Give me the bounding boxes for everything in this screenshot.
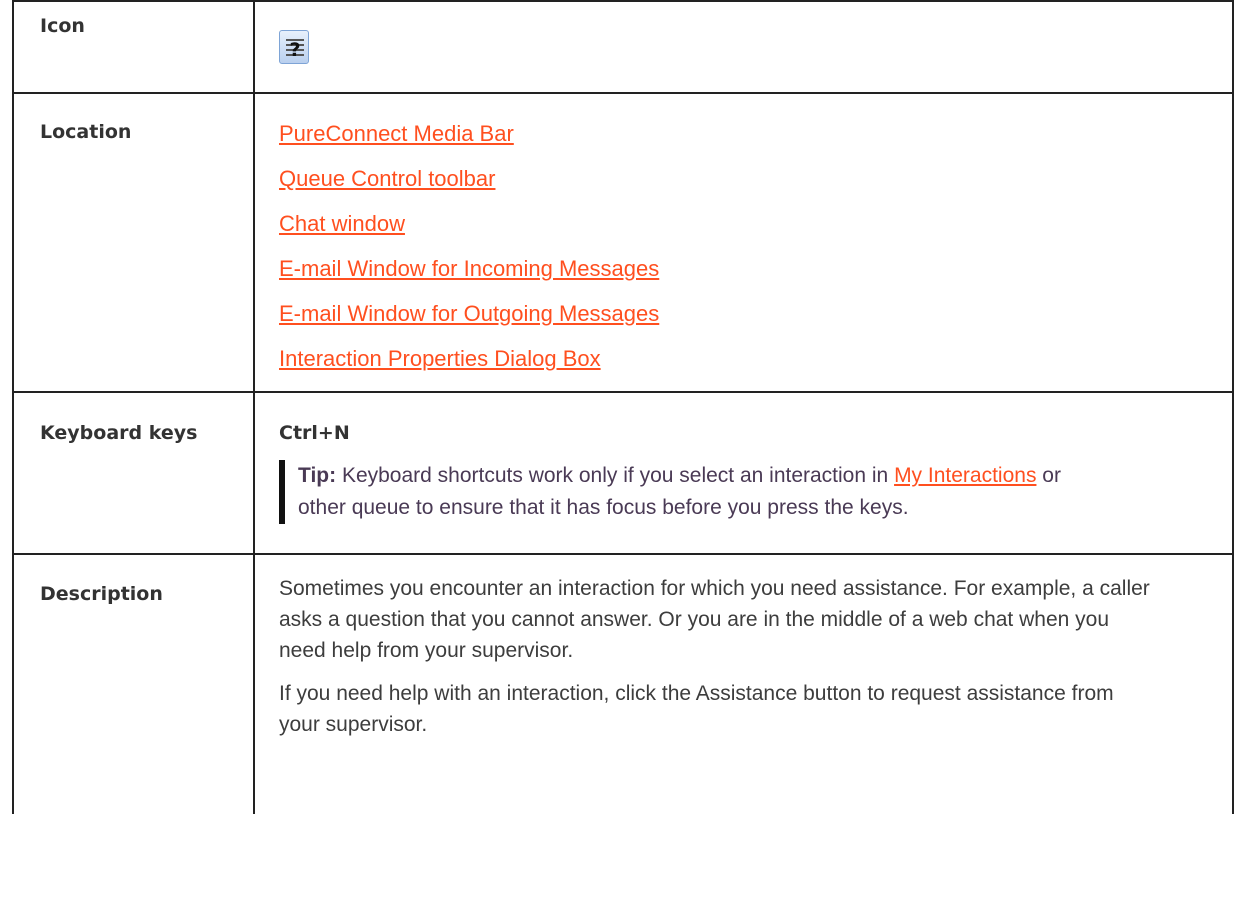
email-outgoing-link[interactable]: E-mail Window for Outgoing Messages [279, 301, 659, 326]
location-row-value: PureConnect Media Bar Queue Control tool… [253, 92, 1234, 393]
shortcut-text: Ctrl+N [279, 422, 350, 444]
list-item: E-mail Window for Incoming Messages [279, 256, 1212, 301]
help-table: Icon ? Location PureConnect Media Bar Qu… [12, 0, 1234, 814]
email-incoming-link[interactable]: E-mail Window for Incoming Messages [279, 256, 659, 281]
interaction-properties-link[interactable]: Interaction Properties Dialog Box [279, 346, 601, 371]
list-item: Queue Control toolbar [279, 166, 1212, 211]
icon-row-value: ? [253, 0, 1234, 94]
list-item: Interaction Properties Dialog Box [279, 346, 1212, 391]
description-paragraph: Sometimes you encounter an interaction f… [279, 577, 1150, 662]
keyboard-keys-value: Ctrl+N Tip: Keyboard shortcuts work only… [253, 391, 1234, 555]
tip-label: Tip: [298, 464, 337, 487]
list-item: E-mail Window for Outgoing Messages [279, 301, 1212, 346]
tip-note: Tip: Keyboard shortcuts work only if you… [279, 460, 1078, 524]
icon-row-label: Icon [12, 0, 255, 94]
description-label: Description [12, 553, 255, 814]
location-row-label: Location [12, 92, 255, 393]
queue-control-toolbar-link[interactable]: Queue Control toolbar [279, 166, 495, 191]
svg-text:?: ? [289, 39, 300, 61]
my-interactions-link[interactable]: My Interactions [894, 464, 1036, 487]
description-paragraph: If you need help with an interaction, cl… [279, 682, 1114, 736]
location-row: Location PureConnect Media Bar Queue Con… [12, 92, 1234, 393]
list-item: Chat window [279, 211, 1212, 256]
description-row: Description Sometimes you encounter an i… [12, 553, 1234, 814]
description-value: Sometimes you encounter an interaction f… [253, 553, 1234, 814]
keyboard-keys-row: Keyboard keys Ctrl+N Tip: Keyboard short… [12, 391, 1234, 555]
pureconnect-media-bar-link[interactable]: PureConnect Media Bar [279, 121, 514, 146]
keyboard-keys-label: Keyboard keys [12, 391, 255, 555]
list-item: PureConnect Media Bar [279, 121, 1212, 166]
assistance-icon: ? [279, 30, 309, 64]
location-links: PureConnect Media Bar Queue Control tool… [279, 121, 1212, 391]
chat-window-link[interactable]: Chat window [279, 211, 405, 236]
icon-row: Icon ? [12, 0, 1234, 94]
tip-text-before: Keyboard shortcuts work only if you sele… [336, 464, 895, 487]
